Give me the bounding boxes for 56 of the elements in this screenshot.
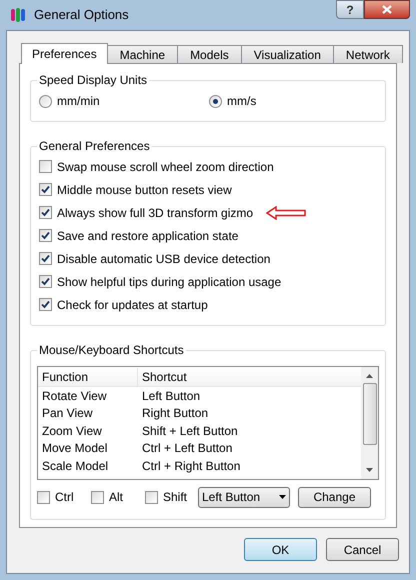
button-dropdown[interactable]: Left Button — [198, 486, 290, 508]
checkbox[interactable] — [39, 183, 52, 196]
app-logo-icon — [10, 7, 26, 23]
scrollbar[interactable] — [361, 367, 378, 479]
group-title: Speed Display Units — [37, 72, 150, 88]
tab[interactable]: Machine — [106, 45, 178, 63]
change-button[interactable]: Change — [298, 486, 371, 508]
checkbox-label: Show helpful tips during application usage — [57, 274, 282, 290]
checkbox[interactable] — [145, 490, 158, 504]
table-cell-text: Shift + Left Button — [141, 422, 239, 440]
tab[interactable]: Visualization — [240, 45, 334, 63]
table-cell-text: Move Model — [41, 440, 108, 458]
table-cell-text: Scale Model — [41, 458, 110, 475]
table-cell-text: Zoom View — [41, 422, 103, 440]
scroll-up-icon[interactable] — [366, 374, 373, 378]
column-header[interactable]: Function — [38, 368, 138, 386]
checkbox-label: Check for updates at startup — [57, 296, 208, 314]
tab[interactable]: Models — [177, 45, 242, 63]
group-title: Mouse/Keyboard Shortcuts — [37, 342, 186, 358]
help-button[interactable]: ? — [336, 0, 364, 19]
checkbox-label: Disable automatic USB device detection — [57, 250, 270, 268]
checkbox-label: Save and restore application state — [57, 228, 238, 244]
checkbox[interactable] — [39, 160, 52, 173]
window-title: General Options — [34, 6, 129, 24]
scroll-down-icon[interactable] — [366, 468, 373, 472]
close-icon — [382, 5, 392, 14]
checkbox[interactable] — [37, 490, 50, 504]
radio-button[interactable] — [39, 94, 52, 108]
table-cell-text: Left Button — [141, 388, 202, 405]
checkbox-label: Always show full 3D transform gizmo — [57, 204, 254, 222]
radio-button[interactable] — [209, 94, 222, 108]
checkbox[interactable] — [91, 490, 104, 504]
tab[interactable]: Network — [332, 45, 403, 63]
dialog-button[interactable]: Cancel — [326, 538, 399, 561]
checkbox-label: Ctrl — [55, 489, 74, 506]
caret-icon — [279, 495, 286, 499]
table-cell-text: Ctrl + Right Button — [141, 458, 242, 475]
table-cell-text: Right Button — [141, 405, 210, 422]
radio-label: mm/min — [57, 93, 100, 110]
column-header[interactable]: Shortcut — [138, 368, 191, 386]
checkbox-label: Swap mouse scroll wheel zoom direction — [57, 158, 274, 176]
checkbox-label: Alt — [109, 489, 124, 506]
checkbox[interactable] — [39, 229, 52, 242]
checkbox[interactable] — [39, 206, 52, 219]
table-cell-text: Pan View — [41, 405, 94, 422]
checkbox[interactable] — [39, 298, 52, 311]
checkbox-label: Shift — [163, 489, 188, 506]
close-button[interactable] — [364, 0, 410, 19]
table-cell-text: Rotate View — [41, 388, 108, 405]
checkbox[interactable] — [39, 275, 52, 288]
radio-label: mm/s — [227, 93, 256, 110]
checkbox[interactable] — [39, 252, 52, 265]
checkbox-label: Middle mouse button resets view — [57, 182, 232, 198]
table-cell-text: Ctrl + Left Button — [141, 440, 234, 458]
dialog-button[interactable]: OK — [244, 538, 317, 561]
tab[interactable]: Preferences — [21, 43, 108, 64]
